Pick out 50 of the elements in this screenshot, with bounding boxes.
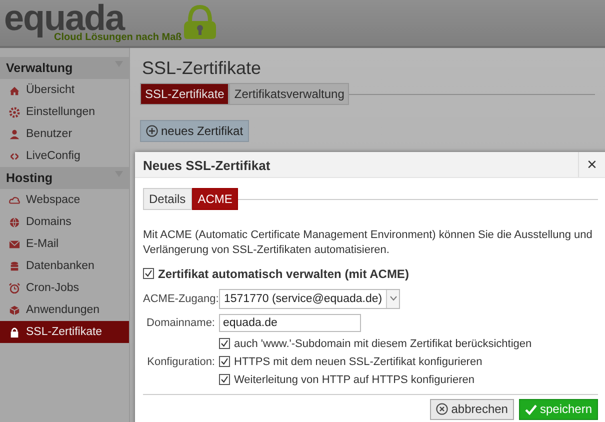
tab[interactable]: SSL-Zertifikate — [140, 83, 230, 105]
menu-icon — [9, 238, 20, 250]
checkbox-label: Zertifikat automatisch verwalten (mit ACME) — [158, 266, 409, 280]
account-select[interactable]: 1571770 (service@equada.de) — [219, 288, 400, 308]
tab[interactable]: Details — [143, 188, 192, 210]
domain-field[interactable]: equada.de — [219, 314, 361, 332]
menu-icon — [9, 260, 20, 272]
sidebar-item[interactable]: E-Mail — [0, 233, 129, 255]
menu-icon — [9, 128, 20, 140]
checkbox[interactable] — [219, 338, 230, 349]
sidebar-item[interactable]: Anwendungen — [0, 299, 129, 321]
sidebar-item[interactable]: Cron-Jobs — [0, 277, 129, 299]
plus-circle-icon — [146, 125, 158, 137]
menu-icon — [9, 84, 20, 96]
new-certificate-button[interactable]: neues Zertifikat — [140, 120, 250, 142]
menu-icon — [9, 326, 20, 338]
sidebar-item[interactable]: Übersicht — [0, 79, 129, 101]
field-label: Domainname: — [146, 316, 215, 328]
sidebar-item[interactable]: Webspace — [0, 189, 129, 211]
checkbox-label: auch 'www.'-Subdomain mit diesem Zertifikat berücksichtigen — [234, 338, 532, 350]
sidebar-item[interactable]: SSL-Zertifikate — [0, 321, 129, 343]
menu-icon — [9, 194, 20, 206]
caret-icon — [390, 296, 397, 301]
sidebar-item[interactable]: Einstellungen — [0, 101, 129, 123]
checkbox[interactable] — [219, 374, 230, 385]
menu-icon — [9, 304, 20, 316]
checkbox-label: HTTPS mit dem neuen SSL-Zertifikat konfigurieren — [234, 356, 482, 368]
save-button[interactable]: speichern — [518, 398, 598, 420]
checkbox[interactable] — [143, 268, 154, 279]
menu-icon — [9, 106, 20, 118]
menu-icon — [9, 282, 20, 294]
sidebar-item[interactable]: Domains — [0, 211, 129, 233]
cancel-button[interactable]: abbrechen — [430, 398, 514, 420]
menu-icon — [9, 150, 20, 162]
sidebar-section-header[interactable]: Hosting — [0, 167, 129, 189]
menu-icon — [9, 216, 20, 228]
sidebar-item[interactable]: LiveConfig — [0, 145, 129, 167]
check-icon — [524, 404, 537, 414]
checkbox[interactable] — [219, 356, 230, 367]
close-circle-icon — [436, 403, 448, 415]
sidebar-item[interactable]: Datenbanken — [0, 255, 129, 277]
checkbox-label: Weiterleitung von HTTP auf HTTPS konfigurieren — [234, 374, 474, 386]
tab[interactable]: Zertifikatsverwaltung — [229, 83, 350, 105]
field-label: Konfiguration: — [147, 356, 215, 368]
page-title: SSL-Zertifikate — [142, 58, 262, 79]
sidebar-section-header[interactable]: Verwaltung — [0, 57, 129, 79]
tab[interactable]: ACME — [192, 188, 238, 210]
description-text: Mit ACME (Automatic Certificate Management Environment) können Sie die Ausstellung und Verlängerung von SSL-Zertifikaten automatisieren. — [143, 228, 594, 258]
dialog-title: Neues SSL-Zertifikat — [142, 157, 272, 175]
sidebar-item[interactable]: Benutzer — [0, 123, 129, 145]
